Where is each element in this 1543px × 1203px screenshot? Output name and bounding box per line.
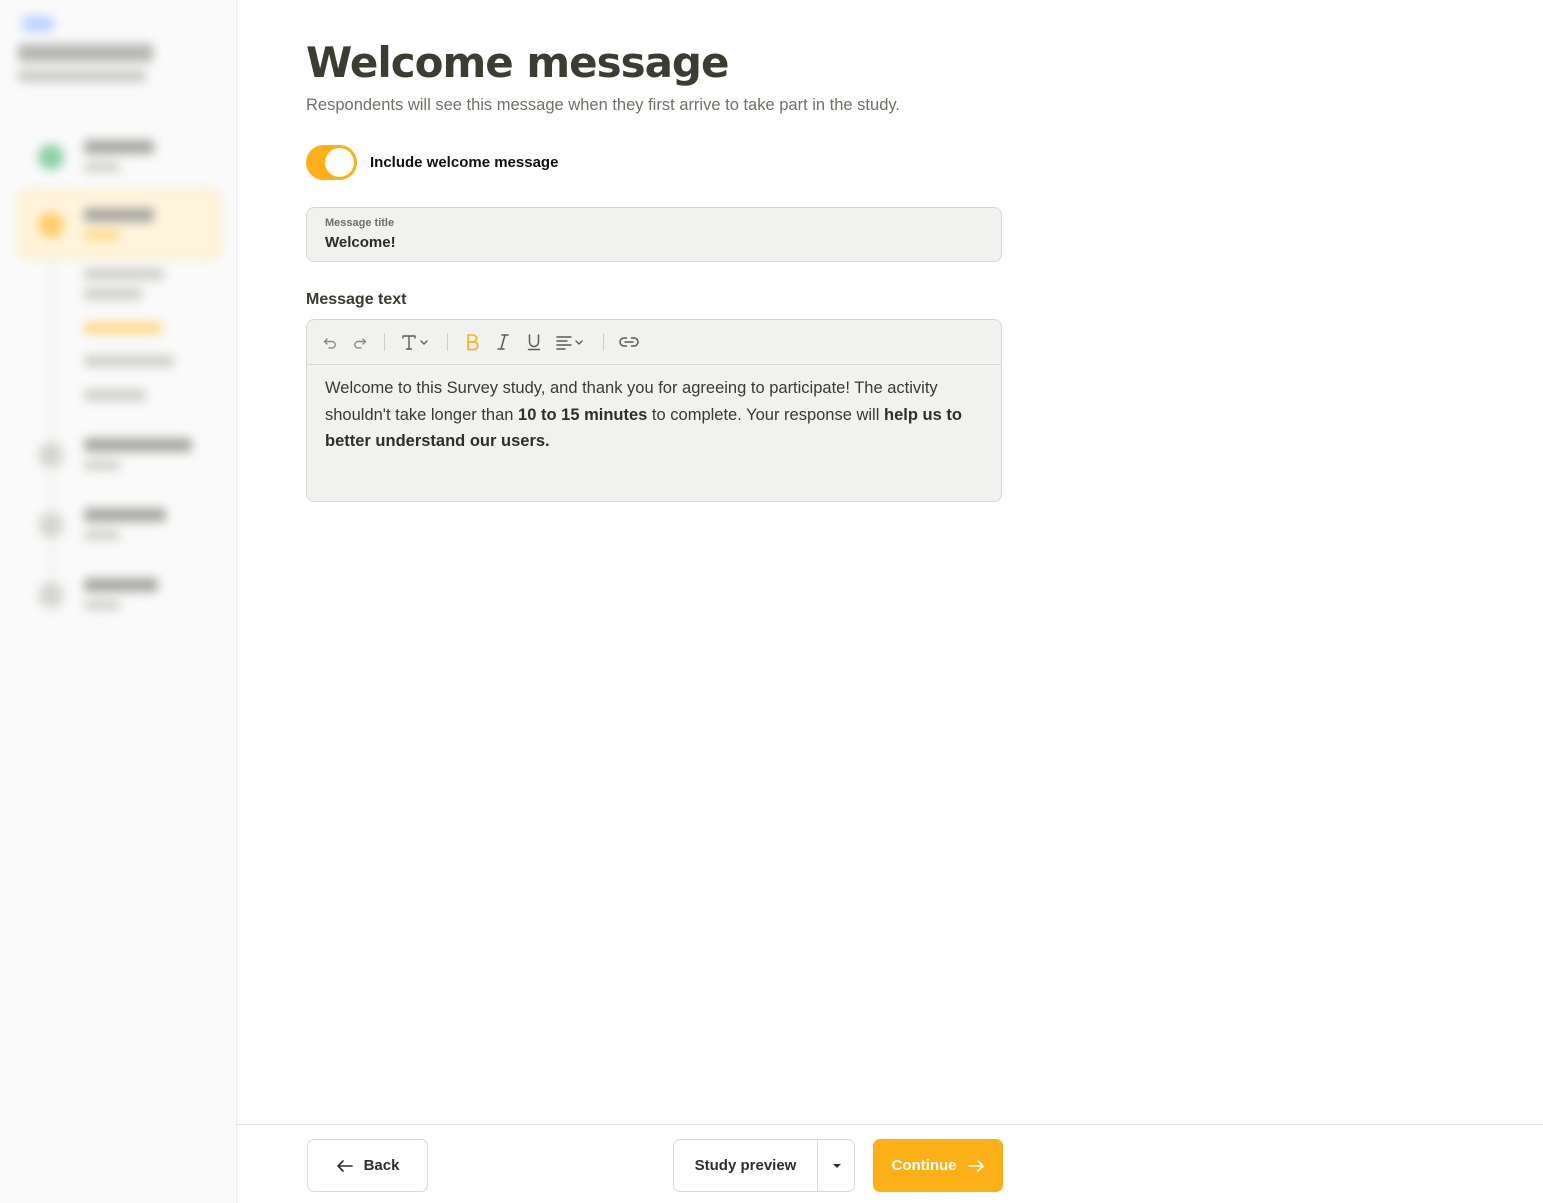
link-icon[interactable] xyxy=(617,331,641,353)
page-subtitle: Respondents will see this message when t… xyxy=(306,96,900,114)
sidebar-badge xyxy=(22,16,54,32)
back-button[interactable]: Back xyxy=(307,1139,428,1192)
step-title xyxy=(84,140,154,154)
include-welcome-toggle[interactable] xyxy=(306,145,357,180)
sidebar-step-1[interactable] xyxy=(0,132,236,192)
redo-icon[interactable] xyxy=(349,331,371,353)
step-caption xyxy=(84,162,120,172)
underline-icon[interactable] xyxy=(523,331,545,353)
arrow-left-icon xyxy=(336,1159,353,1172)
message-text-segment: to complete. Your response will xyxy=(647,405,884,424)
sidebar-step-2[interactable] xyxy=(0,200,236,260)
step-status-icon xyxy=(38,144,64,170)
include-welcome-label: Include welcome message xyxy=(370,154,559,171)
sidebar-substep[interactable] xyxy=(84,288,142,300)
sidebar-step-5[interactable] xyxy=(0,570,236,630)
step-title xyxy=(84,208,154,222)
toolbar-separator xyxy=(447,333,448,351)
message-title-label: Message title xyxy=(325,217,395,229)
caret-down-icon xyxy=(832,1163,841,1168)
message-title-field[interactable]: Message title xyxy=(306,207,1002,262)
editor-toolbar xyxy=(307,320,1001,365)
step-caption xyxy=(84,530,120,540)
sidebar-substep-active[interactable] xyxy=(84,322,162,334)
sidebar-study-subtitle xyxy=(18,70,146,82)
toolbar-separator xyxy=(384,333,385,351)
study-preview-button[interactable]: Study preview xyxy=(674,1140,817,1191)
message-text-label: Message text xyxy=(306,291,407,308)
back-button-label: Back xyxy=(363,1157,400,1174)
step-caption xyxy=(84,460,120,470)
message-text-bold-segment: 10 to 15 minutes xyxy=(518,405,648,424)
step-status-icon xyxy=(38,512,64,538)
step-status-icon xyxy=(38,582,64,608)
preview-options-dropdown[interactable] xyxy=(818,1140,855,1191)
message-text-editor[interactable]: Welcome to this Survey study, and thank … xyxy=(306,319,1002,502)
toolbar-separator xyxy=(603,333,604,351)
sidebar-step-3[interactable] xyxy=(0,430,236,490)
step-caption xyxy=(84,230,120,240)
continue-button[interactable]: Continue xyxy=(873,1139,1003,1192)
sidebar xyxy=(0,0,237,1203)
text-style-icon[interactable] xyxy=(399,331,433,353)
toggle-knob xyxy=(325,148,354,177)
study-preview-button-group: Study preview xyxy=(673,1139,855,1192)
undo-icon[interactable] xyxy=(319,331,341,353)
step-title xyxy=(84,578,158,592)
message-title-input[interactable] xyxy=(325,234,965,251)
sidebar-blurred-content xyxy=(0,0,236,1203)
step-caption xyxy=(84,600,120,610)
sidebar-step-4[interactable] xyxy=(0,500,236,560)
message-text-content[interactable]: Welcome to this Survey study, and thank … xyxy=(325,375,985,455)
sidebar-substep[interactable] xyxy=(84,268,164,280)
bold-icon[interactable] xyxy=(461,331,483,353)
step-status-icon xyxy=(38,212,64,238)
main-content: Welcome message Respondents will see thi… xyxy=(237,0,1543,1203)
footer-bar: Back Study preview Continue xyxy=(237,1124,1543,1203)
italic-icon[interactable] xyxy=(492,331,514,353)
page-title: Welcome message xyxy=(306,38,729,87)
sidebar-study-title xyxy=(18,44,153,62)
step-title xyxy=(84,508,166,522)
step-title xyxy=(84,438,192,452)
align-icon[interactable] xyxy=(555,331,587,353)
arrow-right-icon xyxy=(967,1159,984,1172)
step-status-icon xyxy=(38,442,64,468)
continue-button-label: Continue xyxy=(891,1157,957,1174)
sidebar-substep[interactable] xyxy=(84,355,174,367)
sidebar-substep[interactable] xyxy=(84,389,146,401)
